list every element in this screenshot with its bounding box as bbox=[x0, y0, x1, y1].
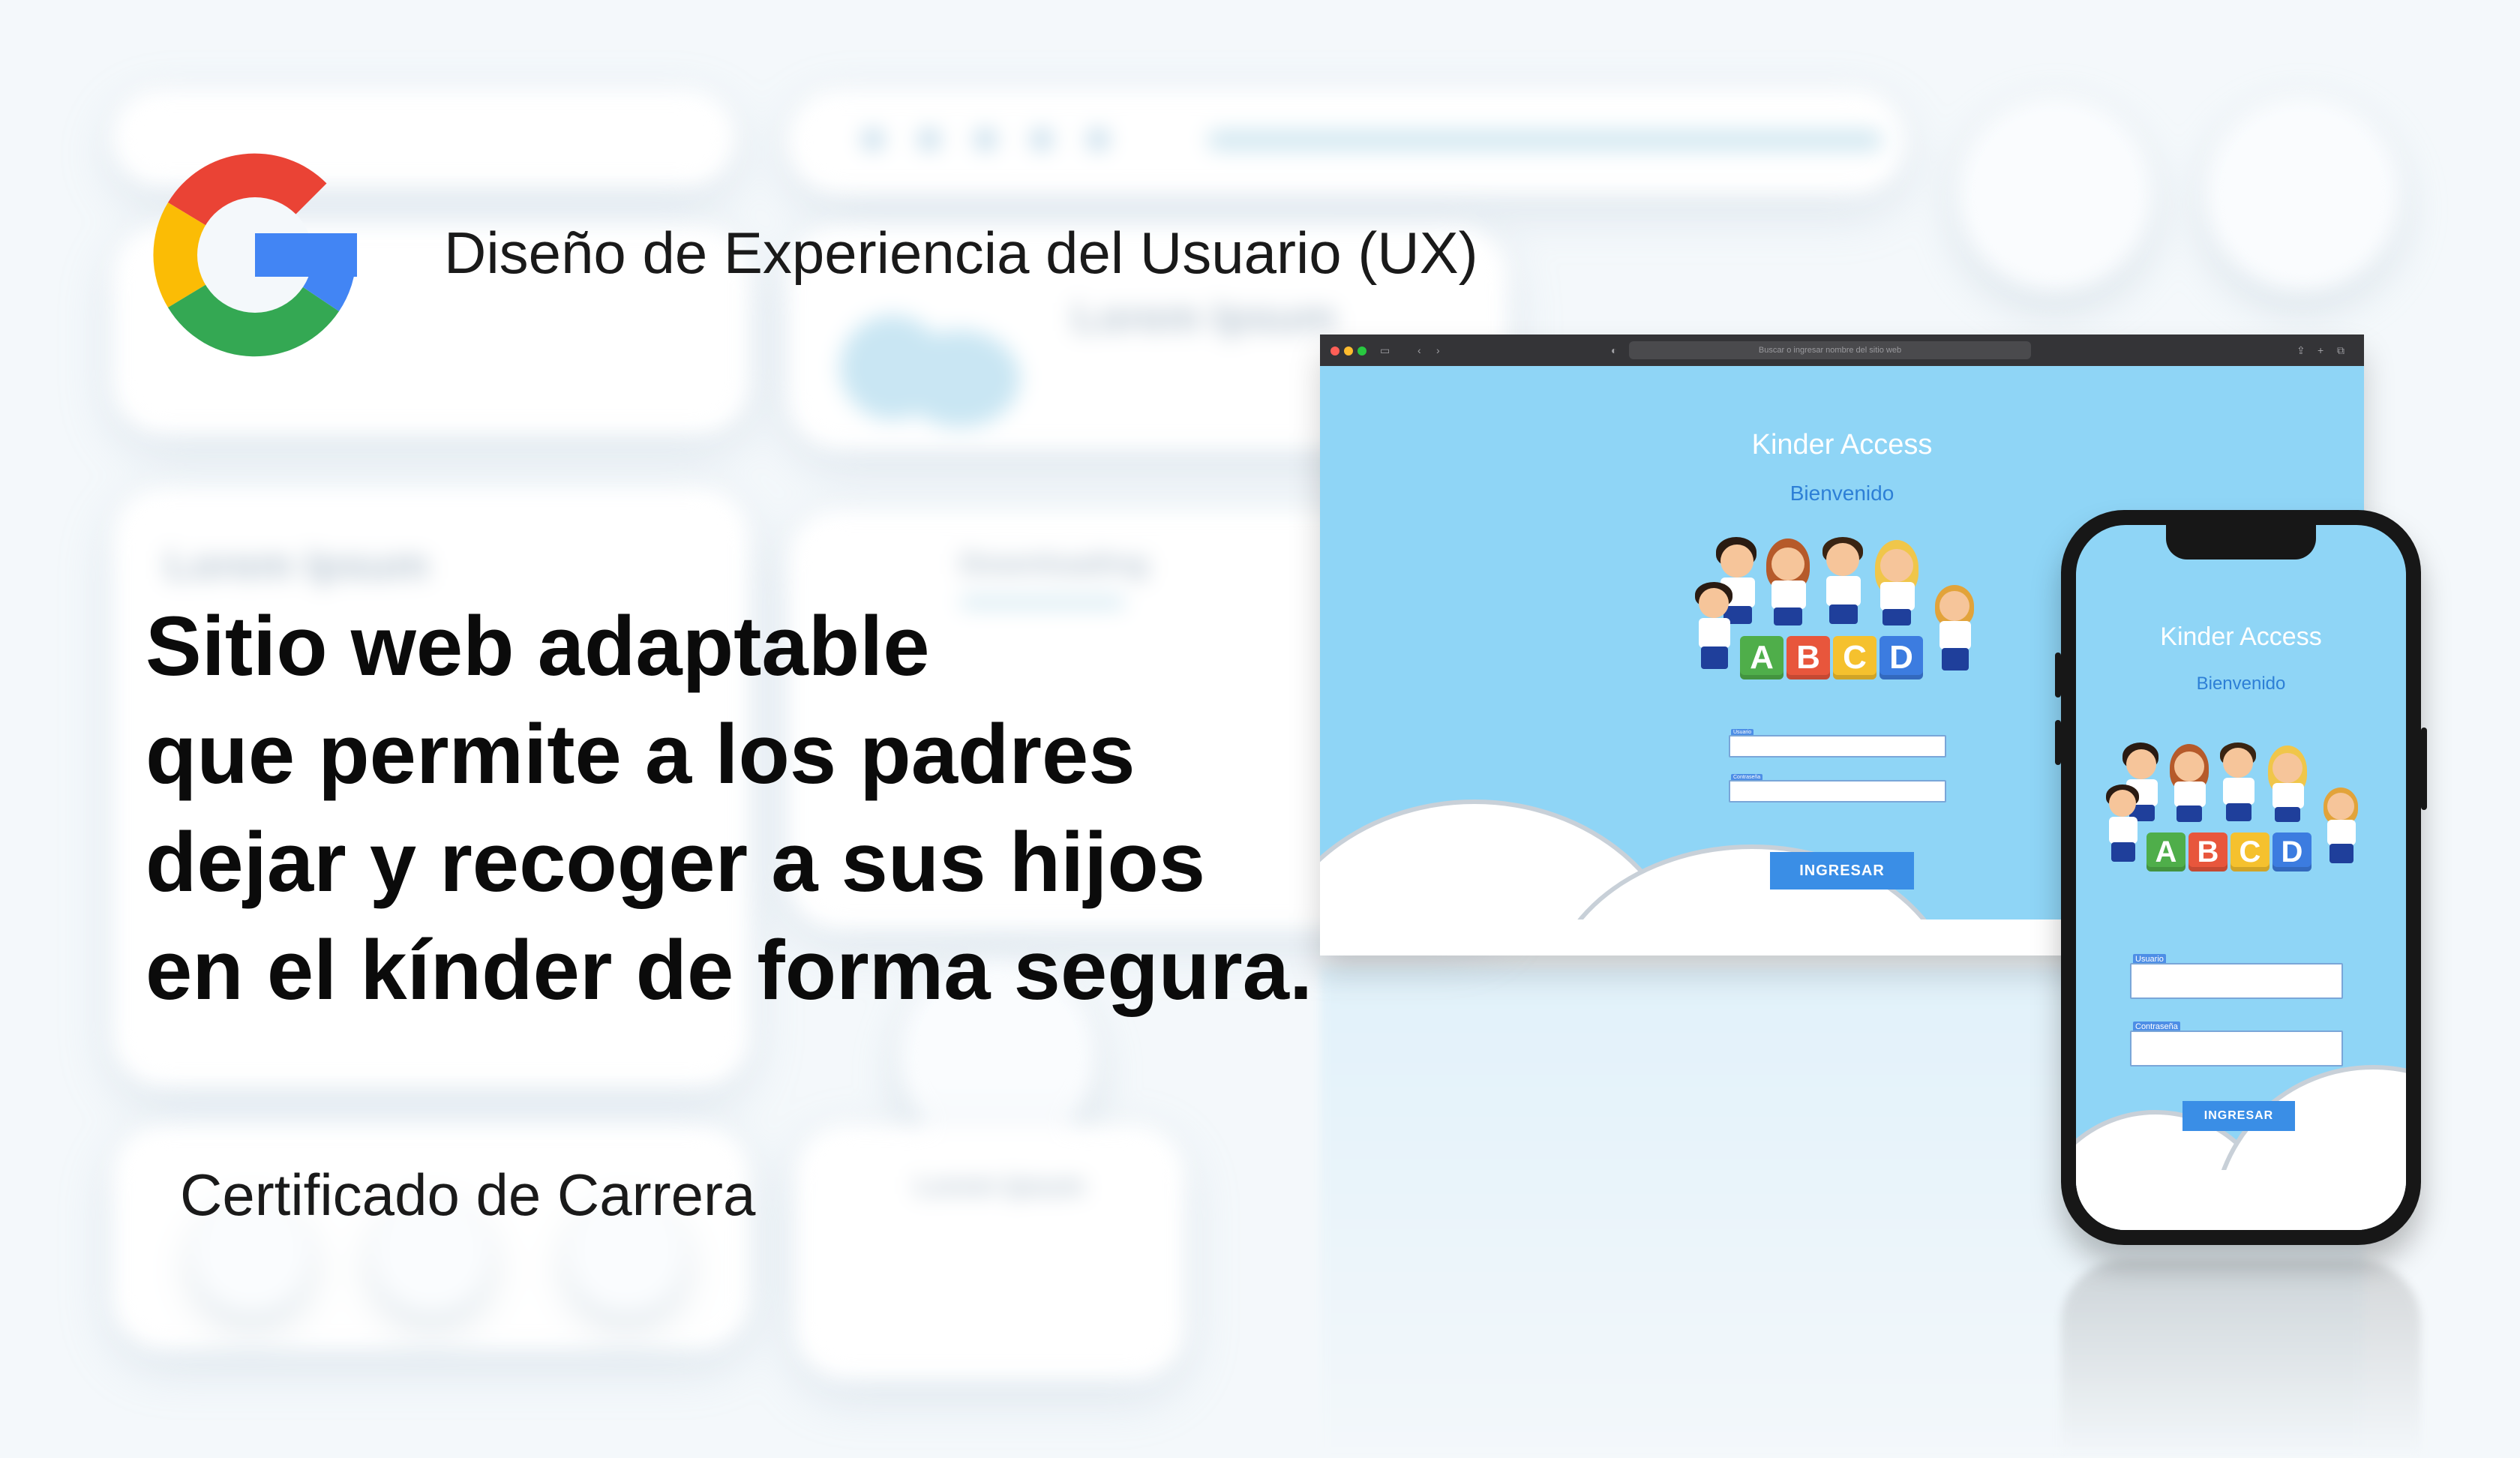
back-arrow-icon[interactable]: ‹ bbox=[1418, 344, 1421, 357]
headline-line-1: Sitio web adaptable bbox=[146, 599, 930, 693]
login-button[interactable]: INGRESAR bbox=[2182, 1101, 2295, 1131]
headline-line-3: dejar y recoger a sus hijos bbox=[146, 815, 1206, 909]
block-b: B bbox=[2188, 832, 2228, 872]
forward-arrow-icon[interactable]: › bbox=[1436, 344, 1440, 357]
shield-icon: ◐ bbox=[1611, 344, 1618, 356]
block-a: A bbox=[2146, 832, 2186, 872]
block-d: D bbox=[2272, 832, 2312, 872]
google-g-logo-icon bbox=[153, 153, 357, 357]
headline-line-2: que permite a los padres bbox=[146, 707, 1136, 801]
volume-button bbox=[2055, 720, 2061, 765]
phone-notch bbox=[2166, 525, 2316, 560]
phone-reflection bbox=[2061, 1260, 2421, 1458]
tabs-overview-icon[interactable]: ⧉ bbox=[2337, 344, 2344, 357]
browser-toolbar: ▭ ‹ › ◐ Buscar o ingresar nombre del sit… bbox=[1320, 334, 2364, 366]
headline-line-4: en el kínder de forma segura. bbox=[146, 923, 1313, 1017]
power-button bbox=[2421, 728, 2427, 810]
block-c: C bbox=[2230, 832, 2270, 872]
share-icon[interactable]: ⇪ bbox=[2296, 344, 2306, 357]
user-input[interactable] bbox=[1729, 735, 1946, 758]
password-input[interactable] bbox=[2130, 1030, 2343, 1066]
sidebar-toggle-icon[interactable]: ▭ bbox=[1380, 344, 1390, 357]
block-d: D bbox=[1880, 636, 1923, 680]
block-a: A bbox=[1740, 636, 1784, 680]
welcome-text: Bienvenido bbox=[2196, 674, 2286, 694]
kids-illustration: A B C D bbox=[1695, 537, 1995, 702]
minimize-dot-icon[interactable] bbox=[1344, 346, 1353, 356]
login-button[interactable]: INGRESAR bbox=[1770, 852, 1914, 890]
phone-mockup: Kinder Access Bienvenido A B C D Usuario… bbox=[2055, 510, 2427, 1245]
certificate-label: Certificado de Carrera bbox=[180, 1162, 756, 1228]
maximize-dot-icon[interactable] bbox=[1358, 346, 1366, 356]
password-input[interactable] bbox=[1729, 780, 1946, 802]
app-title: Kinder Access bbox=[2160, 622, 2322, 651]
phone-screen: Kinder Access Bienvenido A B C D Usuario… bbox=[2076, 525, 2406, 1230]
volume-button bbox=[2055, 652, 2061, 698]
kids-illustration: A B C D bbox=[2106, 742, 2376, 892]
close-dot-icon[interactable] bbox=[1330, 346, 1340, 356]
user-input[interactable] bbox=[2130, 963, 2343, 999]
block-b: B bbox=[1786, 636, 1830, 680]
course-title: Diseño de Experiencia del Usuario (UX) bbox=[444, 220, 1478, 286]
block-c: C bbox=[1833, 636, 1876, 680]
new-tab-icon[interactable]: + bbox=[2318, 344, 2324, 357]
welcome-text: Bienvenido bbox=[1790, 482, 1894, 505]
address-bar[interactable]: Buscar o ingresar nombre del sitio web bbox=[1629, 341, 2031, 359]
headline: Sitio web adaptable que permite a los pa… bbox=[146, 592, 1346, 1024]
app-title: Kinder Access bbox=[1751, 429, 1933, 460]
